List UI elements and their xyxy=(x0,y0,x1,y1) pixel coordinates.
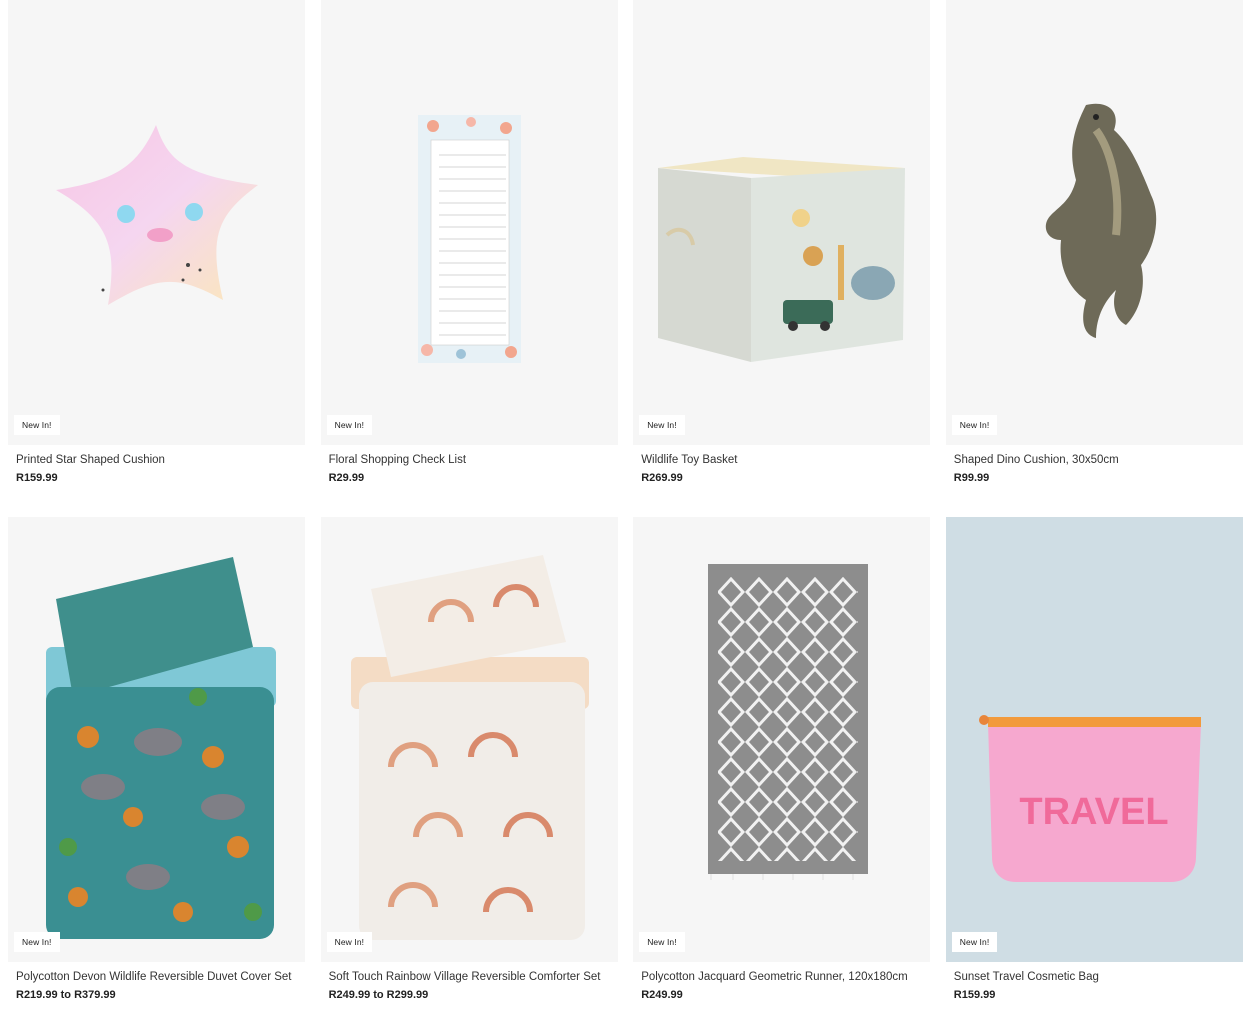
product-image[interactable]: New In! xyxy=(945,0,1243,445)
product-image[interactable]: TRAVEL New In! xyxy=(945,517,1243,962)
cosmetic-bag-icon: TRAVEL xyxy=(978,715,1201,882)
new-in-badge: New In! xyxy=(14,415,60,435)
new-in-badge: New In! xyxy=(639,415,685,435)
product-title[interactable]: Shaped Dino Cushion, 30x50cm xyxy=(946,454,1243,466)
product-price: R99.99 xyxy=(953,472,990,484)
product-price: R159.99 xyxy=(953,989,996,1001)
new-in-badge: New In! xyxy=(14,932,60,952)
product-card[interactable]: TRAVEL New In! Sunset Travel Cosmetic Ba… xyxy=(945,517,1243,1007)
duvet-set-icon xyxy=(46,557,276,939)
star-cushion-icon xyxy=(56,125,258,305)
product-card[interactable]: New In! Soft Touch Rainbow Village Rever… xyxy=(320,517,618,1007)
dino-cushion-icon xyxy=(1045,103,1156,338)
product-price: R249.99 xyxy=(641,989,683,1001)
toy-basket-icon xyxy=(658,157,906,362)
product-title[interactable]: Polycotton Jacquard Geometric Runner, 12… xyxy=(633,971,930,983)
new-in-badge: New In! xyxy=(951,415,998,435)
product-title[interactable]: Polycotton Devon Wildlife Reversible Duv… xyxy=(8,971,305,983)
product-price: R29.99 xyxy=(328,472,365,484)
product-image[interactable]: New In! xyxy=(320,0,618,445)
product-title[interactable]: Floral Shopping Check List xyxy=(321,454,618,466)
product-image[interactable]: New In! xyxy=(633,0,931,445)
product-card[interactable]: New In! Wildlife Toy Basket R269.99 xyxy=(633,0,931,490)
product-title[interactable]: Sunset Travel Cosmetic Bag xyxy=(946,971,1243,983)
new-in-badge: New In! xyxy=(639,932,685,952)
product-image[interactable]: New In! xyxy=(8,517,305,962)
product-card[interactable]: New In! Polycotton Devon Wildlife Revers… xyxy=(8,517,305,1007)
product-card[interactable]: New In! Printed Star Shaped Cushion R159… xyxy=(8,0,305,490)
product-card[interactable]: New In! Polycotton Jacquard Geometric Ru… xyxy=(633,517,931,1007)
new-in-badge: New In! xyxy=(326,932,373,952)
product-price: R269.99 xyxy=(641,472,683,484)
new-in-badge: New In! xyxy=(326,415,373,435)
product-price: R159.99 xyxy=(16,472,58,484)
product-card[interactable]: New In! Floral Shopping Check List R29.9… xyxy=(320,0,618,490)
product-title[interactable]: Printed Star Shaped Cushion xyxy=(8,454,305,466)
product-image[interactable]: New In! xyxy=(320,517,618,962)
product-title[interactable]: Soft Touch Rainbow Village Reversible Co… xyxy=(321,971,618,983)
checklist-notepad-icon xyxy=(417,115,521,363)
product-price: R219.99 to R379.99 xyxy=(16,989,116,1001)
comforter-set-icon xyxy=(350,555,589,940)
runner-rug-icon xyxy=(708,564,869,880)
product-card[interactable]: New In! Shaped Dino Cushion, 30x50cm R99… xyxy=(945,0,1243,490)
new-in-badge: New In! xyxy=(951,932,998,952)
product-price: R249.99 to R299.99 xyxy=(328,989,429,1001)
bag-print-text: TRAVEL xyxy=(1019,791,1168,833)
product-image[interactable]: New In! xyxy=(8,0,305,445)
product-image[interactable]: New In! xyxy=(633,517,931,962)
product-title[interactable]: Wildlife Toy Basket xyxy=(633,454,930,466)
product-grid: New In! Printed Star Shaped Cushion R159… xyxy=(8,0,1243,1007)
